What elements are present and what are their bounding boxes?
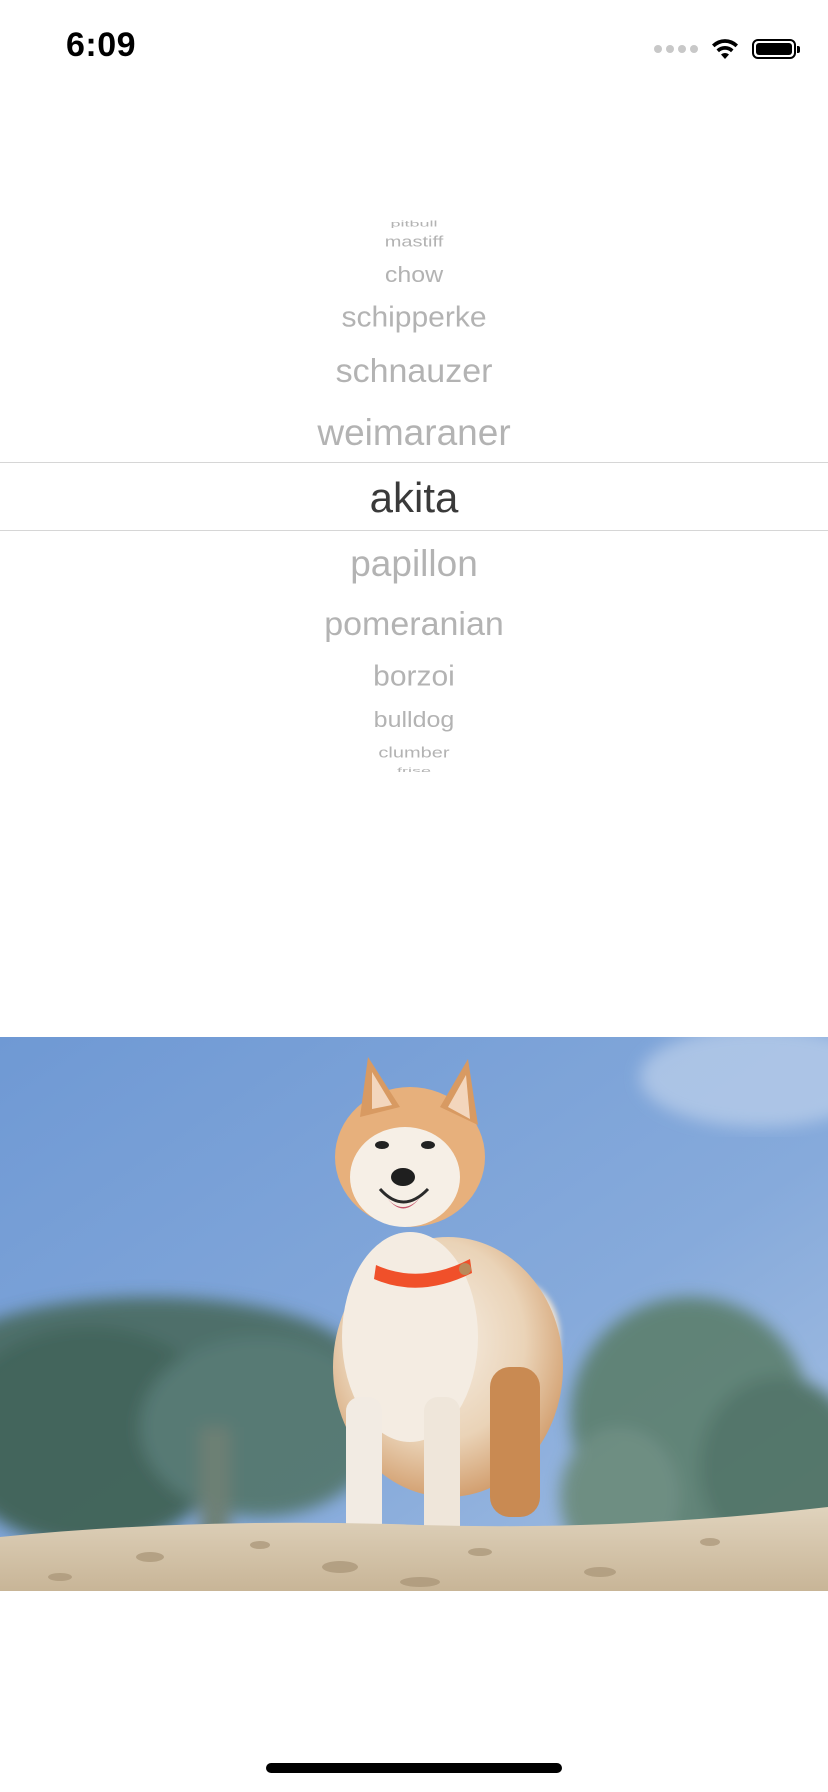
picker-item[interactable]: mastiff (0, 235, 828, 250)
picker-item[interactable]: frise (0, 767, 828, 772)
picker-item[interactable]: pomeranian (0, 607, 828, 640)
cellular-signal-icon (654, 45, 698, 53)
home-indicator[interactable] (266, 1763, 562, 1773)
picker-item[interactable]: schnauzer (0, 354, 828, 387)
picker-item[interactable]: clumber (0, 746, 828, 761)
wifi-icon (712, 39, 738, 59)
picker-selection-bottom-line (0, 530, 828, 531)
picker-selection-top-line (0, 462, 828, 463)
status-icons (654, 34, 800, 64)
picker-item[interactable]: chow (0, 264, 828, 286)
breed-picker[interactable]: pitbull mastiff chow schipperke schnauzer wei… (0, 220, 828, 772)
picker-item[interactable]: akita (0, 477, 828, 519)
battery-icon (752, 39, 800, 59)
picker-item[interactable]: papillon (0, 545, 828, 582)
picker-item[interactable]: weimaraner (0, 414, 828, 451)
picker-item[interactable]: borzoi (0, 662, 828, 692)
picker-item[interactable]: schipperke (0, 303, 828, 333)
dog-photo (0, 1037, 828, 1591)
picker-item[interactable]: pitbull (0, 220, 828, 228)
picker-item[interactable]: bulldog (0, 709, 828, 731)
status-time: 6:09 (66, 26, 137, 64)
screen: 6:09 pitbull mastiff chow schipperke schnauz… (0, 0, 828, 1792)
